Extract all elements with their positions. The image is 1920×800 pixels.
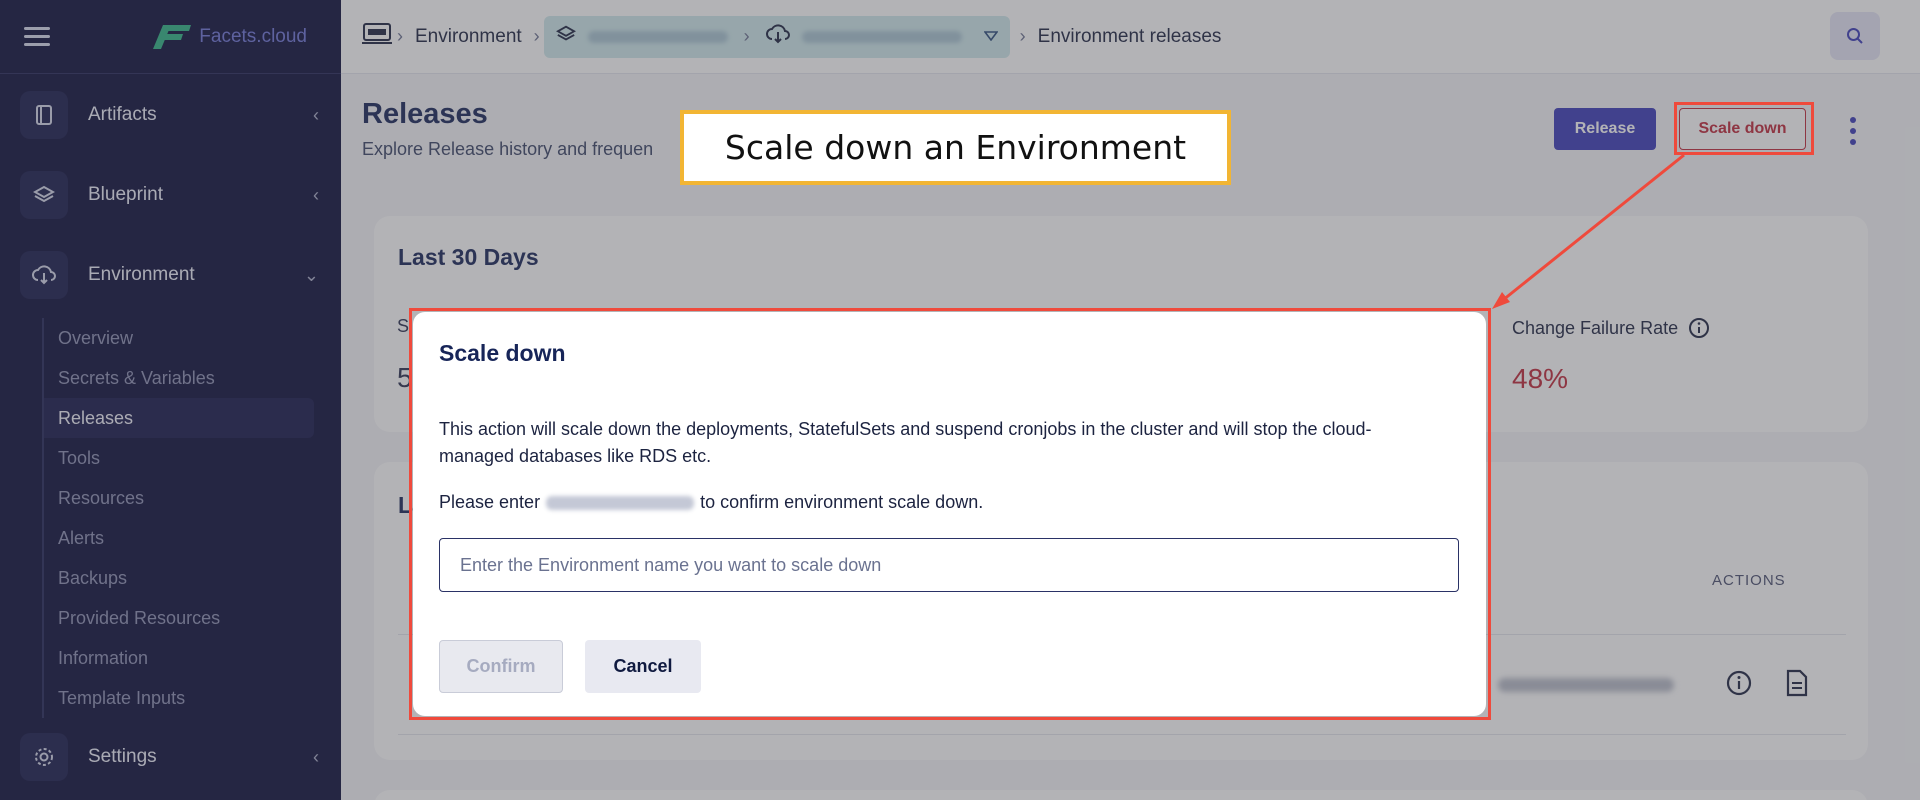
scale-down-highlight-box [1674, 102, 1814, 155]
modal-highlight-box [409, 308, 1491, 720]
annotation-callout: Scale down an Environment [680, 110, 1231, 185]
